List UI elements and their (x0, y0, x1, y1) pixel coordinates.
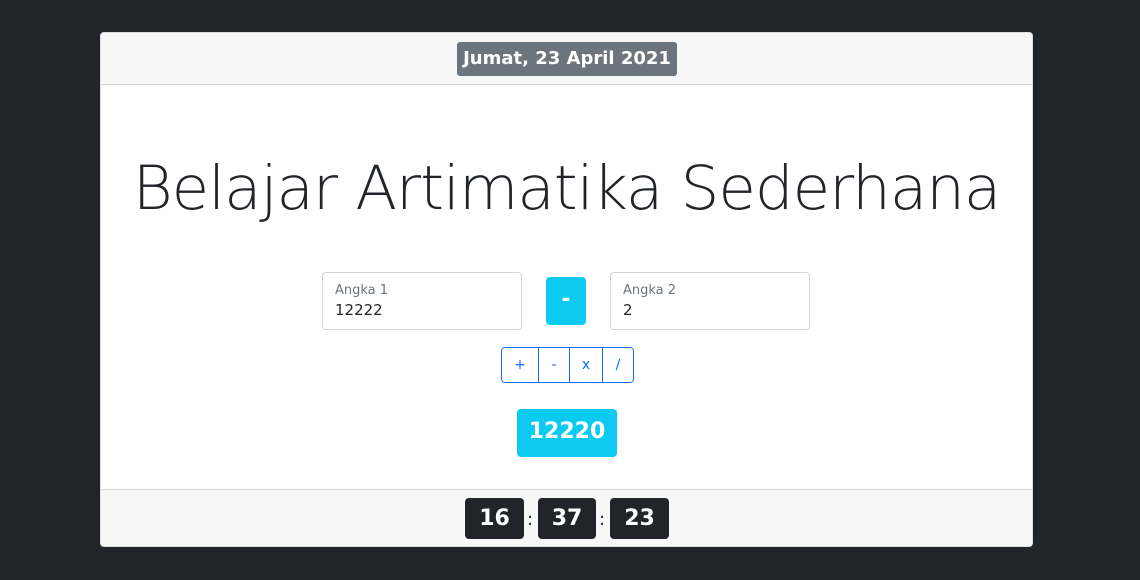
clock-hours: 16 (465, 498, 524, 539)
result-badge: 12220 (517, 409, 617, 457)
number-1-input[interactable] (335, 301, 505, 319)
clock-separator: : (527, 509, 534, 530)
divide-button[interactable]: / (602, 348, 633, 382)
calculator-card: Jumat, 23 April 2021 Belajar Artimatika … (100, 32, 1033, 547)
clock-seconds: 23 (610, 498, 669, 539)
date-badge: Jumat, 23 April 2021 (457, 42, 677, 76)
number-2-input[interactable] (623, 301, 793, 319)
number-2-label: Angka 2 (623, 283, 677, 298)
card-footer: 16 : 37 : 23 (101, 489, 1032, 546)
selected-operator-badge: - (546, 277, 586, 325)
operation-button-group: + - x / (501, 347, 634, 383)
clock-separator: : (599, 509, 606, 530)
clock-minutes: 37 (538, 498, 596, 539)
number-2-field[interactable]: Angka 2 (610, 272, 810, 330)
multiply-button[interactable]: x (569, 348, 602, 382)
page-title: Belajar Artimatika Sederhana (132, 153, 1002, 224)
number-1-label: Angka 1 (335, 283, 389, 298)
card-header: Jumat, 23 April 2021 (101, 33, 1032, 85)
number-1-field[interactable]: Angka 1 (322, 272, 522, 330)
add-button[interactable]: + (502, 348, 538, 382)
subtract-button[interactable]: - (538, 348, 569, 382)
